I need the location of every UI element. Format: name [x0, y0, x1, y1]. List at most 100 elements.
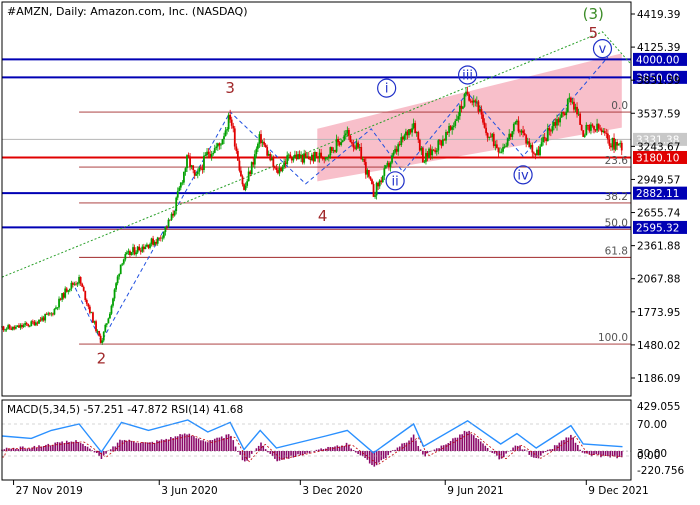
date-tick-label-0: 27 Nov 2019	[16, 485, 83, 497]
candle-body-252	[389, 162, 392, 168]
candle-body-42	[65, 288, 68, 292]
candle-body-338	[522, 130, 524, 134]
candle-body-229	[354, 147, 356, 149]
candle-body-221	[341, 140, 344, 143]
candle-body-56	[87, 303, 90, 307]
candle-body-91	[141, 246, 144, 252]
candle-body-260	[401, 137, 404, 140]
candle-body-158	[244, 185, 247, 190]
candle-body-25	[39, 319, 42, 321]
candle-body-228	[352, 143, 355, 148]
candle-body-378	[583, 135, 586, 137]
candle-body-152	[235, 146, 238, 151]
candle-body-232	[358, 147, 361, 148]
candle-body-256	[395, 148, 398, 152]
candle-body-246	[380, 180, 383, 183]
candle-body-301	[465, 91, 467, 95]
candle-body-144	[223, 136, 225, 140]
candle-body-385	[594, 129, 597, 131]
candle-body-396	[611, 137, 614, 148]
candle-body-153	[236, 150, 239, 161]
candle-body-183	[283, 162, 286, 168]
candle-body-356	[549, 130, 552, 132]
candle-body-353	[545, 138, 548, 142]
candle-body-195	[301, 154, 304, 163]
candle-body-351	[542, 137, 545, 143]
candle-body-131	[203, 155, 205, 170]
candle-body-265	[409, 129, 412, 133]
candle-body-74	[115, 283, 117, 290]
candle-body-335	[517, 120, 520, 132]
candle-body-387	[597, 123, 600, 129]
candle-body-376	[580, 124, 583, 131]
candle-body-216	[334, 150, 336, 152]
price-chart[interactable]: 4000.003850.003331.383180.102882.112595.…	[0, 0, 700, 500]
fib-label-50.0: 50.0	[605, 217, 628, 229]
candle-body-369	[569, 97, 572, 103]
wave-label-5: 5	[588, 24, 598, 42]
wave-label-4: 4	[318, 207, 328, 225]
candle-body-58	[90, 312, 93, 314]
candle-body-159	[246, 181, 249, 186]
candle-body-267	[412, 123, 415, 129]
candle-body-118	[183, 171, 185, 183]
fib-label-23.6: 23.6	[605, 155, 629, 167]
candle-body-13	[21, 324, 23, 328]
candle-body-193	[298, 154, 301, 159]
candle-body-359	[554, 122, 557, 126]
candle-body-200	[309, 158, 312, 161]
candle-body-40	[62, 293, 65, 298]
candle-body-311	[480, 109, 483, 115]
candle-body-292	[451, 127, 454, 130]
candle-body-111	[172, 213, 175, 216]
candle-body-169	[261, 141, 264, 144]
candle-body-31	[48, 313, 51, 315]
candle-body-12	[19, 324, 22, 328]
candle-body-370	[571, 101, 574, 103]
price-tick-label-9: 1773.95	[637, 307, 680, 319]
candle-body-331	[511, 131, 514, 137]
candle-body-372	[574, 106, 577, 110]
candle-body-112	[173, 210, 176, 216]
candle-body-258	[398, 144, 401, 146]
candle-body-373	[576, 106, 578, 115]
candle-body-248	[383, 168, 386, 176]
candle-body-154	[238, 160, 241, 171]
candle-body-254	[392, 152, 395, 156]
candle-body-7	[11, 326, 14, 330]
level-tag-label-key-3180: 3180.10	[636, 152, 679, 164]
candle-body-189	[292, 157, 295, 161]
candle-body-277	[428, 148, 430, 158]
candle-body-9	[14, 326, 17, 329]
candle-body-341	[526, 141, 529, 144]
candle-body-324	[500, 151, 503, 153]
candle-body-360	[556, 119, 558, 126]
candle-body-165	[255, 148, 258, 155]
date-tick-label-4: 9 Dec 2021	[588, 485, 648, 497]
candle-body-30	[47, 313, 50, 315]
candle-body-65	[101, 340, 104, 343]
chart-title: #AMZN, Daily: Amazon.com, Inc. (NASDAQ)	[7, 5, 248, 18]
candle-body-137	[212, 152, 215, 155]
candle-body-110	[170, 213, 173, 220]
candle-body-327	[505, 145, 508, 147]
candle-body-328	[506, 139, 509, 146]
candle-body-11	[18, 325, 20, 328]
candle-body-39	[61, 293, 64, 300]
candle-body-59	[92, 312, 94, 323]
candle-body-268	[414, 123, 417, 134]
level-tag-label-support-2595: 2595.32	[636, 222, 679, 234]
candle-body-222	[343, 135, 346, 141]
candle-body-185	[286, 155, 289, 164]
candle-body-192	[297, 154, 299, 160]
candle-body-80	[124, 254, 127, 260]
candle-body-323	[499, 151, 501, 153]
candle-body-285	[440, 140, 443, 146]
candle-body-306	[472, 100, 475, 103]
candle-body-72	[112, 298, 114, 306]
candle-body-121	[187, 155, 190, 157]
candle-body-398	[614, 142, 617, 150]
candle-body-3	[5, 328, 8, 330]
candle-body-219	[338, 142, 341, 145]
candle-body-132	[204, 154, 207, 156]
